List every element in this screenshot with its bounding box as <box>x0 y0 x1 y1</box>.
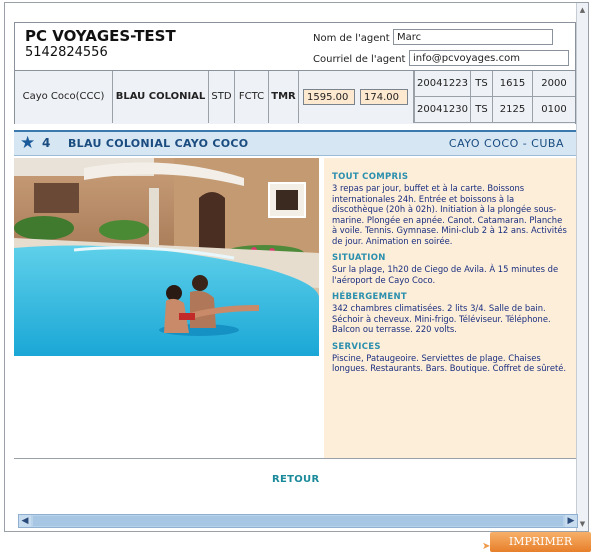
section-text-all-inclusive: 3 repas par jour, buffet et à la carte. … <box>332 183 567 246</box>
flight-code: TS <box>470 97 492 123</box>
flight-code: TS <box>470 71 492 97</box>
section-title-services: SERVICES <box>332 341 381 352</box>
trip-plan: FCTC <box>235 71 269 123</box>
flight-date: 20041230 <box>414 97 470 123</box>
scroll-left-icon[interactable]: ◀ <box>19 515 31 527</box>
agency-header: PC VOYAGES-TEST 5142824556 Nom de l'agen… <box>14 22 576 124</box>
section-title-all-inclusive: TOUT COMPRIS <box>332 172 409 182</box>
trip-destination: Cayo Coco(CCC) <box>15 71 113 123</box>
agency-phone: 5142824556 <box>25 45 108 60</box>
content-divider <box>14 458 576 459</box>
scrollbar-thumb[interactable] <box>33 516 563 526</box>
section-title-location: SITUATION <box>332 253 386 263</box>
section-title-accommodation: HÉBERGEMENT <box>332 292 408 302</box>
section-text-location: Sur la plage, 1h20 de Ciego de Avila. À … <box>332 264 559 285</box>
hotel-name: BLAU COLONIAL CAYO COCO <box>68 137 249 150</box>
hotel-photo <box>14 158 319 356</box>
pool-scene-image <box>14 158 319 356</box>
agent-email-field[interactable]: info@pcvoyages.com <box>409 50 569 66</box>
hotel-location: CAYO COCO - CUBA <box>448 137 564 150</box>
hotel-title-bar: ★ 4 BLAU COLONIAL CAYO COCO CAYO COCO - … <box>14 130 576 156</box>
flight-time: 1615 <box>492 71 532 97</box>
arrow-icon: ➤ <box>482 541 491 552</box>
horizontal-scrollbar[interactable]: ◀ ▶ <box>18 514 578 528</box>
agent-name-label: Nom de l'agent : <box>313 33 397 44</box>
section-text-accommodation: 342 chambres climatisées. 2 lits 3/4. Sa… <box>332 303 551 334</box>
trip-summary-row: Cayo Coco(CCC) BLAU COLONIAL STD FCTC TM… <box>15 70 575 124</box>
agent-name-field[interactable]: Marc <box>393 29 553 45</box>
flight-date: 20041223 <box>414 71 470 97</box>
scroll-right-icon[interactable]: ▶ <box>565 515 577 527</box>
star-icon: ★ <box>20 133 36 153</box>
section-text-services: Piscine, Pataugeoire. Serviettes de plag… <box>332 352 567 374</box>
agency-name: PC VOYAGES-TEST <box>25 27 176 45</box>
print-button[interactable]: ➤ IMPRIMER <box>482 532 591 552</box>
price-field-1[interactable]: 1595.00 <box>303 89 355 105</box>
price-field-2[interactable]: 174.00 <box>360 89 408 105</box>
trip-hotel: BLAU COLONIAL <box>113 71 209 123</box>
trip-tmr: TMR <box>269 71 299 123</box>
flight-dates-grid: 20041223 TS 1615 2000 20041230 TS 2125 0… <box>414 71 575 123</box>
scroll-down-icon[interactable]: ▼ <box>578 519 587 529</box>
flight-time: 0100 <box>532 97 575 123</box>
trip-room: STD <box>209 71 235 123</box>
vertical-scrollbar[interactable]: ▲ ▼ <box>576 3 588 531</box>
hotel-info-panel: TOUT COMPRIS 3 repas par jour, buffet et… <box>324 158 576 458</box>
scroll-up-icon[interactable]: ▲ <box>578 5 587 15</box>
flight-time: 2000 <box>532 71 575 97</box>
star-rating: 4 <box>42 136 51 150</box>
print-button-label: IMPRIMER <box>508 535 573 548</box>
retour-link[interactable]: RETOUR <box>272 474 319 485</box>
agent-email-label: Courriel de l'agent : <box>313 54 413 65</box>
flight-time: 2125 <box>492 97 532 123</box>
